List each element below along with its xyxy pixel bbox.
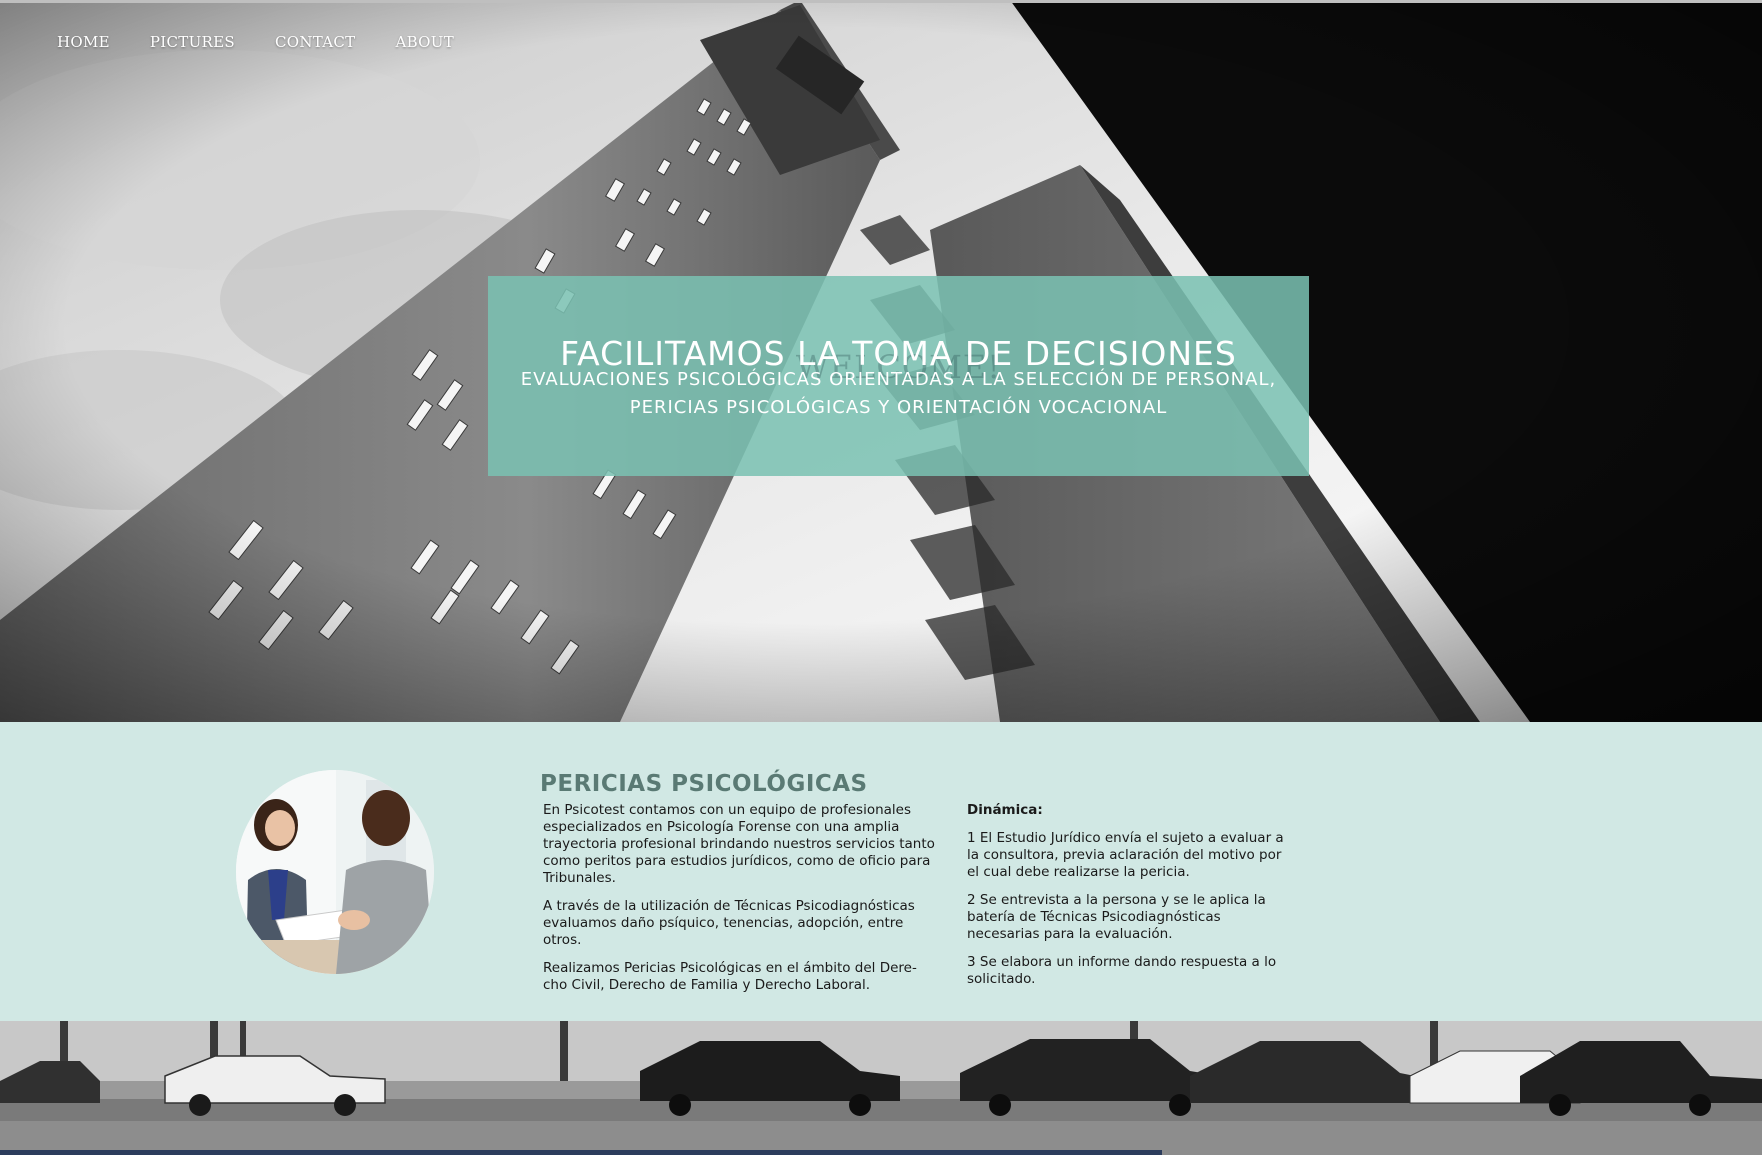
cars-illustration xyxy=(0,1021,1762,1155)
interview-photo-illustration xyxy=(236,770,434,974)
nav-contact-link[interactable]: CONTACT xyxy=(275,33,356,51)
dynamics-step-3: 3 Se elabora un informe dando respuesta … xyxy=(967,954,1277,987)
dynamics-step-1: 1 El Estudio Jurídico envía el sujeto a … xyxy=(967,830,1284,880)
description-paragraph-1: En Psicotest contamos con un equipo de p… xyxy=(543,802,935,886)
interview-photo xyxy=(236,770,434,974)
pericias-description: En Psicotest contamos con un equipo de p… xyxy=(543,802,938,1005)
description-paragraph-2: A través de la utilización de Técnicas P… xyxy=(543,898,915,948)
dynamics-column: Dinámica: 1 El Estudio Jurídico envía el… xyxy=(967,802,1297,999)
hero-subtitle-line1: EVALUACIONES PSICOLÓGICAS ORIENTADAS A L… xyxy=(520,369,1277,390)
nav-pictures-link[interactable]: PICTURES xyxy=(150,33,235,51)
dynamics-heading: Dinámica: xyxy=(967,802,1043,818)
hero-section: HOME PICTURES CONTACT ABOUT WELCOME! FAC… xyxy=(0,0,1762,722)
main-nav: HOME PICTURES CONTACT ABOUT xyxy=(57,33,454,51)
nav-about-link[interactable]: ABOUT xyxy=(395,33,454,51)
hero-top-border xyxy=(0,0,1762,3)
nav-home-link[interactable]: HOME xyxy=(57,33,110,51)
bottom-accent-bar xyxy=(0,1150,1162,1155)
hero-subtitle-line2: PERICIAS PSICOLÓGICAS Y ORIENTACIÓN VOCA… xyxy=(629,397,1168,418)
hero-subtitle: EVALUACIONES PSICOLÓGICAS ORIENTADAS A L… xyxy=(488,366,1309,422)
dynamics-step-2: 2 Se entrevista a la persona y se le apl… xyxy=(967,892,1266,942)
pericias-section: PERICIAS PSICOLÓGICAS En Psicotest conta… xyxy=(0,722,1762,1021)
cars-banner-image xyxy=(0,1021,1762,1155)
headline-box: WELCOME! FACILITAMOS LA TOMA DE DECISION… xyxy=(488,276,1309,476)
section-title: PERICIAS PSICOLÓGICAS xyxy=(540,771,868,798)
page: HOME PICTURES CONTACT ABOUT WELCOME! FAC… xyxy=(0,0,1762,1155)
description-paragraph-3: Realizamos Pericias Psicológicas en el á… xyxy=(543,960,917,993)
